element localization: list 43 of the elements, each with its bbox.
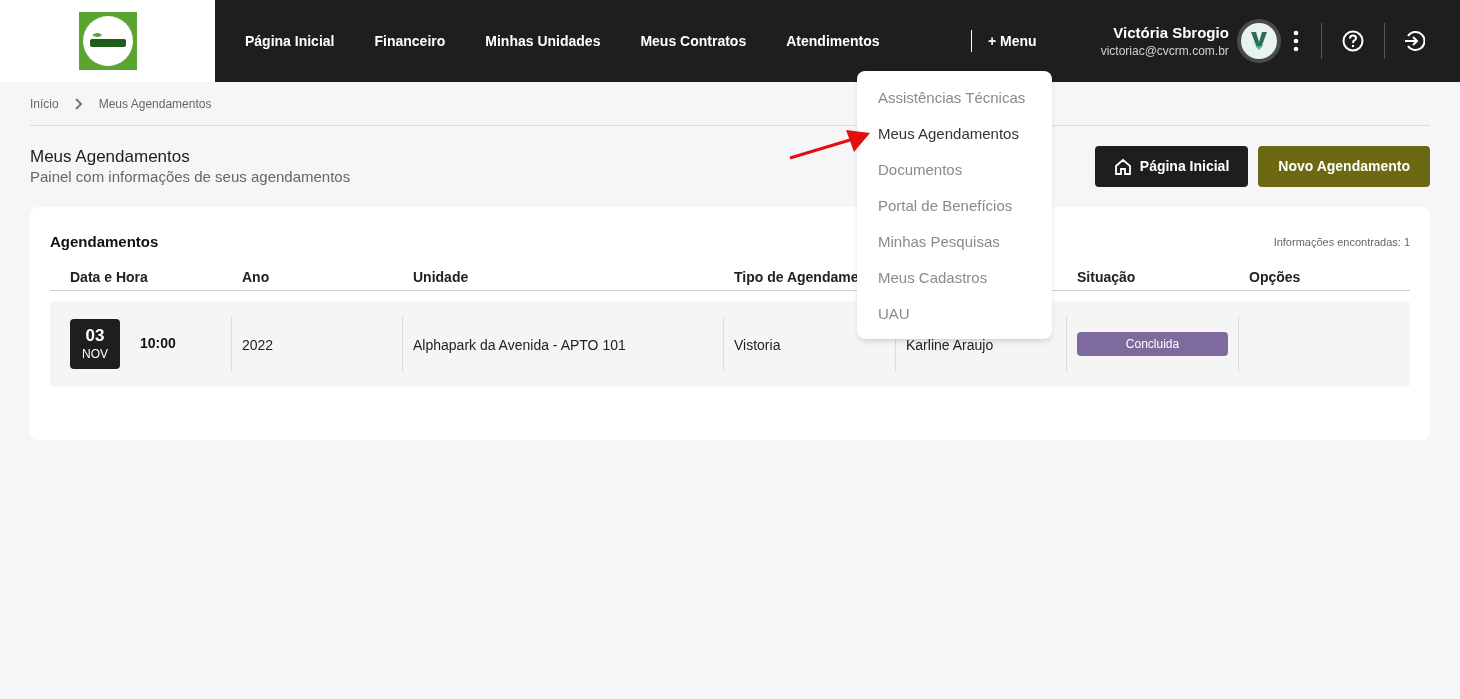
menu-item[interactable]: Portal de Benefícios <box>878 195 1052 217</box>
menu-item[interactable]: Minhas Pesquisas <box>878 231 1052 253</box>
menu-button[interactable]: + Menu <box>988 30 1037 52</box>
column-header: Tipo de Agendame <box>734 269 859 285</box>
page-subtitle: Painel com informações de seus agendamentos <box>30 166 351 187</box>
column-header: Data e Hora <box>70 269 148 285</box>
home-button[interactable]: Página Inicial <box>1094 146 1249 187</box>
menu-item[interactable]: Assistências Técnicas <box>878 87 1052 109</box>
menu-item[interactable]: UAU <box>878 303 1052 325</box>
avatar[interactable] <box>1236 19 1281 63</box>
more-options-icon[interactable] <box>1292 30 1299 52</box>
nav-link[interactable]: Financeiro <box>374 30 446 52</box>
table-title: Agendamentos <box>50 232 159 252</box>
nav-link[interactable]: Minhas Unidades <box>485 30 601 52</box>
nav-link[interactable]: Página Inicial <box>245 30 335 52</box>
time-cell-text: 10:00 <box>140 334 176 353</box>
table-cell-text: 2022 <box>242 336 274 355</box>
menu-item[interactable]: Documentos <box>878 159 1052 181</box>
column-header: Unidade <box>413 269 469 285</box>
home-icon <box>1113 157 1132 176</box>
menu-item[interactable]: Meus Agendamentos <box>878 123 1052 145</box>
user-email: victoriac@cvcrm.com.br <box>1100 43 1229 59</box>
logout-icon[interactable] <box>1402 30 1425 52</box>
page-title: Meus Agendamentos <box>30 146 191 167</box>
column-header: Ano <box>242 269 270 285</box>
column-header: Opções <box>1249 269 1301 285</box>
table-cell-text: Alphapark da Avenida - APTO 101 <box>413 336 626 355</box>
menu-item[interactable]: Meus Cadastros <box>878 267 1052 289</box>
breadcrumb-current: Meus Agendamentos <box>98 95 212 113</box>
table-cell-text: Vistoria <box>734 336 781 355</box>
status-badge: Concluida <box>1077 331 1228 356</box>
results-count: Informações encontradas: 1 <box>1273 235 1410 250</box>
column-header: Situação <box>1077 269 1136 285</box>
nav-link[interactable]: Meus Contratos <box>640 30 747 52</box>
date-day: 03 <box>85 325 105 346</box>
new-appointment-button[interactable]: Novo Agendamento <box>1258 146 1430 187</box>
table-cell-text: Karline Araujo <box>906 336 994 355</box>
chevron-right-icon <box>74 97 83 110</box>
breadcrumb-link[interactable]: Início <box>30 94 59 113</box>
user-name: Victória Sbrogio <box>1113 23 1229 43</box>
nav-link[interactable]: Atendimentos <box>786 30 880 52</box>
date-month: NOV <box>82 345 108 362</box>
help-icon[interactable] <box>1341 30 1364 52</box>
